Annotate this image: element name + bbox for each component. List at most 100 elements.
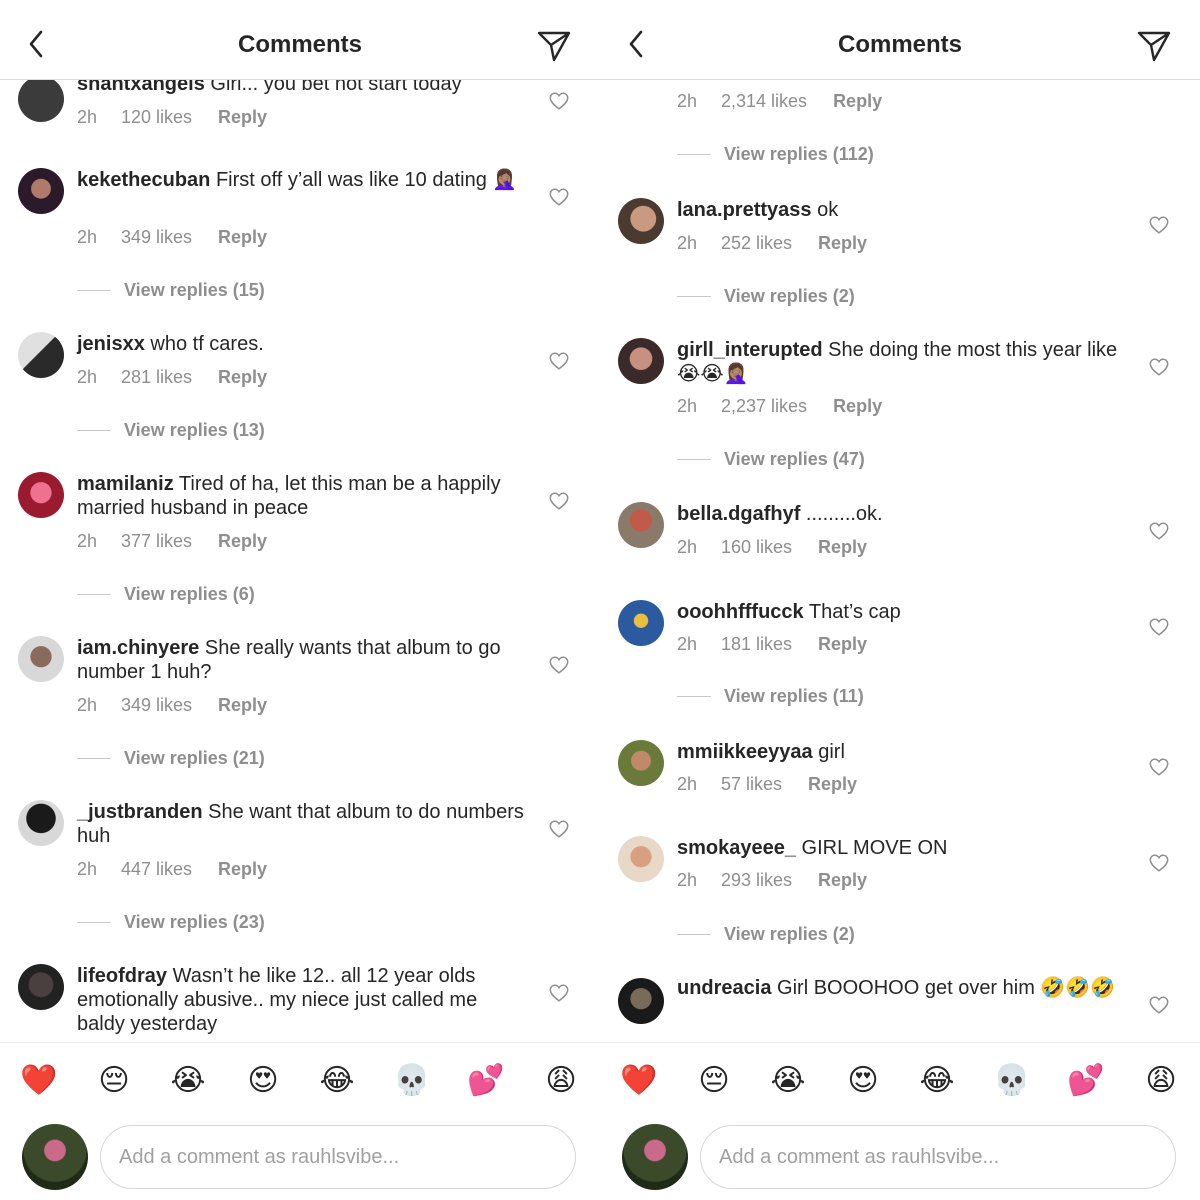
comment-likes[interactable]: 281 likes xyxy=(121,367,192,388)
username[interactable]: lifeofdray xyxy=(77,965,167,987)
view-replies-button[interactable]: View replies (2) xyxy=(677,286,855,307)
heart-icon[interactable] xyxy=(548,350,570,372)
reply-button[interactable]: Reply xyxy=(818,870,867,891)
emoji-heart[interactable]: ❤️ xyxy=(19,1061,59,1101)
comment-likes[interactable]: 2,314 likes xyxy=(721,91,807,112)
avatar[interactable] xyxy=(618,338,664,384)
heart-icon[interactable] xyxy=(548,490,570,512)
share-button[interactable] xyxy=(1132,24,1176,68)
heart-icon[interactable] xyxy=(548,982,570,1004)
view-replies-button[interactable]: View replies (2) xyxy=(677,924,855,945)
username[interactable]: mmiikkeeyyaa xyxy=(677,741,813,763)
username[interactable]: bella.dgafhyf xyxy=(677,503,800,525)
comment-likes[interactable]: 252 likes xyxy=(721,233,792,254)
avatar[interactable] xyxy=(618,502,664,548)
avatar[interactable] xyxy=(18,332,64,378)
avatar[interactable] xyxy=(618,978,664,1024)
avatar[interactable] xyxy=(18,964,64,1010)
emoji-weary[interactable]: 😩 xyxy=(541,1061,581,1101)
avatar[interactable] xyxy=(618,836,664,882)
emoji-skull[interactable]: 💀 xyxy=(992,1061,1032,1101)
comment-input-wrapper[interactable] xyxy=(100,1125,576,1189)
heart-icon[interactable] xyxy=(1148,214,1170,236)
comment-likes[interactable]: 293 likes xyxy=(721,870,792,891)
username[interactable]: jenisxx xyxy=(77,333,145,355)
emoji-two-hearts[interactable]: 💕 xyxy=(1066,1061,1106,1101)
emoji-joy[interactable]: 😂 xyxy=(917,1061,957,1101)
comment-likes[interactable]: 349 likes xyxy=(121,227,192,248)
avatar[interactable] xyxy=(18,76,64,122)
heart-icon[interactable] xyxy=(548,90,570,112)
username[interactable]: lana.prettyass xyxy=(677,199,812,221)
username[interactable]: smokayeee_ xyxy=(677,837,796,859)
heart-icon[interactable] xyxy=(1148,994,1170,1016)
avatar[interactable] xyxy=(618,740,664,786)
reply-button[interactable]: Reply xyxy=(218,367,267,388)
avatar[interactable] xyxy=(618,198,664,244)
emoji-crying[interactable]: 😭 xyxy=(768,1061,808,1101)
view-replies-button[interactable]: View replies (21) xyxy=(77,748,265,769)
heart-icon[interactable] xyxy=(548,818,570,840)
username[interactable]: kekethecuban xyxy=(77,169,210,191)
reply-button[interactable]: Reply xyxy=(218,107,267,128)
reply-button[interactable]: Reply xyxy=(833,396,882,417)
comment-likes[interactable]: 447 likes xyxy=(121,859,192,880)
avatar[interactable] xyxy=(18,168,64,214)
emoji-joy[interactable]: 😂 xyxy=(317,1061,357,1101)
avatar[interactable] xyxy=(18,636,64,682)
heart-icon[interactable] xyxy=(1148,756,1170,778)
heart-icon[interactable] xyxy=(1148,356,1170,378)
username[interactable]: _justbranden xyxy=(77,801,203,823)
view-replies-button[interactable]: View replies (11) xyxy=(677,686,864,707)
heart-icon[interactable] xyxy=(548,186,570,208)
emoji-skull[interactable]: 💀 xyxy=(392,1061,432,1101)
username[interactable]: girll_interupted xyxy=(677,339,823,361)
emoji-pensive[interactable]: 😔 xyxy=(694,1061,734,1101)
reply-button[interactable]: Reply xyxy=(818,634,867,655)
username[interactable]: iam.chinyere xyxy=(77,637,199,659)
emoji-two-hearts[interactable]: 💕 xyxy=(466,1061,506,1101)
avatar[interactable] xyxy=(618,600,664,646)
reply-button[interactable]: Reply xyxy=(818,537,867,558)
comment-likes[interactable]: 2,237 likes xyxy=(721,396,807,417)
reply-button[interactable]: Reply xyxy=(218,531,267,552)
view-replies-button[interactable]: View replies (15) xyxy=(77,280,265,301)
view-replies-button[interactable]: View replies (47) xyxy=(677,449,865,470)
emoji-weary[interactable]: 😩 xyxy=(1141,1061,1181,1101)
comment-list[interactable]: shantxangels Girl... you bet not start t… xyxy=(0,0,600,1040)
comment-likes[interactable]: 181 likes xyxy=(721,634,792,655)
view-replies-button[interactable]: View replies (112) xyxy=(677,144,874,165)
comment-likes[interactable]: 160 likes xyxy=(721,537,792,558)
heart-icon[interactable] xyxy=(548,654,570,676)
reply-button[interactable]: Reply xyxy=(818,233,867,254)
heart-icon[interactable] xyxy=(1148,520,1170,542)
username[interactable]: mamilaniz xyxy=(77,473,174,495)
emoji-pensive[interactable]: 😔 xyxy=(94,1061,134,1101)
view-replies-button[interactable]: View replies (23) xyxy=(77,912,265,933)
heart-icon[interactable] xyxy=(1148,852,1170,874)
comment-input[interactable] xyxy=(719,1145,1175,1169)
comment-likes[interactable]: 120 likes xyxy=(121,107,192,128)
comment-input-wrapper[interactable] xyxy=(700,1125,1176,1189)
avatar[interactable] xyxy=(18,800,64,846)
heart-icon[interactable] xyxy=(1148,616,1170,638)
emoji-heart[interactable]: ❤️ xyxy=(619,1061,659,1101)
username[interactable]: ooohhfffucck xyxy=(677,601,804,623)
emoji-heart-eyes[interactable]: 😍 xyxy=(843,1061,883,1101)
comment-likes[interactable]: 377 likes xyxy=(121,531,192,552)
comment-likes[interactable]: 349 likes xyxy=(121,695,192,716)
reply-button[interactable]: Reply xyxy=(833,91,882,112)
view-replies-button[interactable]: View replies (6) xyxy=(77,584,255,605)
reply-button[interactable]: Reply xyxy=(218,859,267,880)
emoji-heart-eyes[interactable]: 😍 xyxy=(243,1061,283,1101)
reply-button[interactable]: Reply xyxy=(218,695,267,716)
reply-button[interactable]: Reply xyxy=(218,227,267,248)
emoji-crying[interactable]: 😭 xyxy=(168,1061,208,1101)
comment-input[interactable] xyxy=(119,1145,575,1169)
share-button[interactable] xyxy=(532,24,576,68)
view-replies-button[interactable]: View replies (13) xyxy=(77,420,265,441)
avatar[interactable] xyxy=(18,472,64,518)
comment-likes[interactable]: 57 likes xyxy=(721,774,782,795)
reply-button[interactable]: Reply xyxy=(808,774,857,795)
comment-list[interactable]: 2h 2,314 likes Reply View replies (112) … xyxy=(600,0,1200,1040)
